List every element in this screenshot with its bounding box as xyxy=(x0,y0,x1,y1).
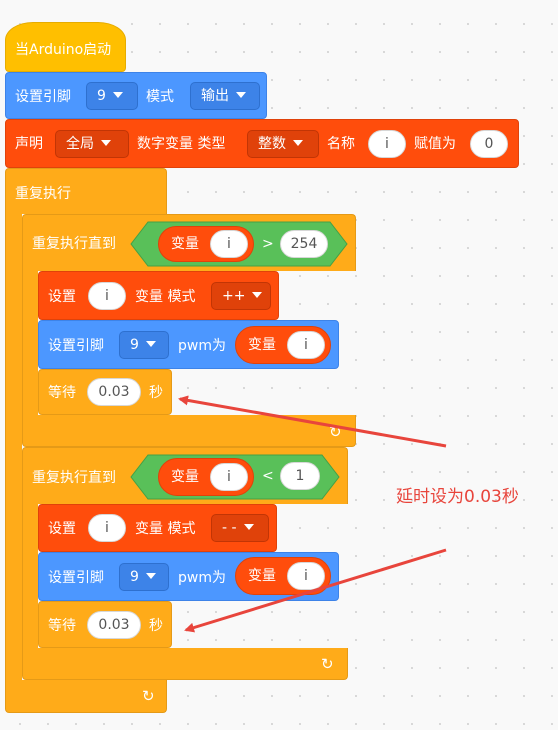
pin-dropdown[interactable]: 9 xyxy=(119,563,169,591)
initial-value-field[interactable]: 0 xyxy=(470,130,508,158)
loop-arrow-icon: ↻ xyxy=(321,655,334,673)
wait-block[interactable]: 等待 0.03 秒 xyxy=(38,601,172,648)
loop-arrow-icon: ↻ xyxy=(329,423,342,441)
hat-label: 当Arduino启动 xyxy=(15,42,112,58)
set-pin-mode-block[interactable]: 设置引脚 9 模式 输出 xyxy=(5,72,267,119)
set-variable-mode-block[interactable]: 设置 i 变量 模式 ++ xyxy=(38,271,279,320)
repeat-until-arm-1 xyxy=(22,270,38,416)
forever-loop-arm xyxy=(5,213,22,681)
variable-label: 变量 xyxy=(248,337,276,353)
seconds-label: 秒 xyxy=(149,385,163,401)
variable-name-field[interactable]: i xyxy=(88,282,126,310)
variable-reporter[interactable]: 变量 i xyxy=(235,557,331,595)
type-label: 数字变量 类型 xyxy=(137,136,226,152)
assign-label: 赋值为 xyxy=(414,136,456,152)
scope-dropdown[interactable]: 全局 xyxy=(55,130,129,158)
wait-block[interactable]: 等待 0.03 秒 xyxy=(38,369,172,415)
forever-loop-footer[interactable]: ↻ xyxy=(5,680,167,713)
repeat-until-label: 重复执行直到 xyxy=(32,236,116,252)
variable-name-field[interactable]: i xyxy=(368,130,406,158)
variable-name-field[interactable]: i xyxy=(287,562,325,590)
compare-value-field[interactable]: 254 xyxy=(280,230,328,258)
variable-reporter[interactable]: 变量 i xyxy=(235,326,331,364)
chevron-down-icon xyxy=(293,140,303,146)
repeat-until-footer-1[interactable]: ↻ xyxy=(22,415,356,447)
operator-less-than: < xyxy=(262,468,274,484)
variable-name-field[interactable]: i xyxy=(210,463,248,491)
variable-mode-label: 变量 模式 xyxy=(135,289,196,305)
loop-arrow-icon: ↻ xyxy=(142,687,155,705)
operator-greater-than: > xyxy=(262,236,274,252)
pwm-label: pwm为 xyxy=(178,338,226,354)
decrement-dropdown[interactable]: - - xyxy=(211,514,269,542)
set-label: 设置 xyxy=(48,289,76,305)
variable-name-field[interactable]: i xyxy=(287,331,325,359)
set-label: 设置 xyxy=(48,521,76,537)
increment-dropdown[interactable]: ++ xyxy=(211,282,271,310)
mode-label: 模式 xyxy=(146,89,174,105)
set-pin-label: 设置引脚 xyxy=(15,89,71,105)
chevron-down-icon xyxy=(101,140,111,146)
variable-mode-label: 变量 模式 xyxy=(135,521,196,537)
chevron-down-icon xyxy=(112,92,123,98)
repeat-until-label: 重复执行直到 xyxy=(32,470,116,486)
declare-variable-block[interactable]: 声明 全局 数字变量 类型 整数 名称 i 赋值为 0 xyxy=(5,119,519,168)
declare-label: 声明 xyxy=(15,136,43,152)
compare-value-field[interactable]: 1 xyxy=(280,462,320,490)
chevron-down-icon xyxy=(145,341,156,347)
set-pin-label: 设置引脚 xyxy=(48,338,104,354)
set-pin-pwm-block[interactable]: 设置引脚 9 pwm为 变量 i xyxy=(38,552,339,601)
set-pin-label: 设置引脚 xyxy=(48,570,104,586)
variable-label: 变量 xyxy=(248,568,276,584)
wait-seconds-field[interactable]: 0.03 xyxy=(87,378,141,406)
annotation-text: 延时设为0.03秒 xyxy=(396,487,519,507)
wait-label: 等待 xyxy=(48,618,76,634)
name-label: 名称 xyxy=(327,136,355,152)
pin-dropdown[interactable]: 9 xyxy=(86,82,138,110)
seconds-label: 秒 xyxy=(149,618,163,634)
when-arduino-starts-block[interactable]: 当Arduino启动 xyxy=(5,22,126,72)
chevron-down-icon xyxy=(243,524,254,530)
chevron-down-icon xyxy=(236,92,246,98)
repeat-until-footer-2[interactable]: ↻ xyxy=(22,648,348,680)
chevron-down-icon xyxy=(145,573,156,579)
variable-name-field[interactable]: i xyxy=(88,514,126,542)
variable-reporter[interactable]: 变量 i xyxy=(158,226,254,262)
variable-label: 变量 xyxy=(171,469,199,485)
mode-dropdown[interactable]: 输出 xyxy=(190,82,260,110)
set-pin-pwm-block[interactable]: 设置引脚 9 pwm为 变量 i xyxy=(38,320,339,369)
forever-loop-block[interactable]: 重复执行 xyxy=(5,168,167,214)
wait-label: 等待 xyxy=(48,385,76,401)
forever-label: 重复执行 xyxy=(15,186,71,202)
wait-seconds-field[interactable]: 0.03 xyxy=(87,611,141,639)
pwm-label: pwm为 xyxy=(178,570,226,586)
variable-reporter[interactable]: 变量 i xyxy=(158,458,254,496)
pin-dropdown[interactable]: 9 xyxy=(119,331,169,359)
repeat-until-arm-2 xyxy=(22,503,38,649)
type-dropdown[interactable]: 整数 xyxy=(247,130,319,158)
variable-name-field[interactable]: i xyxy=(210,230,248,258)
chevron-down-icon xyxy=(252,292,263,298)
set-variable-mode-block[interactable]: 设置 i 变量 模式 - - xyxy=(38,504,277,552)
variable-label: 变量 xyxy=(171,236,199,252)
